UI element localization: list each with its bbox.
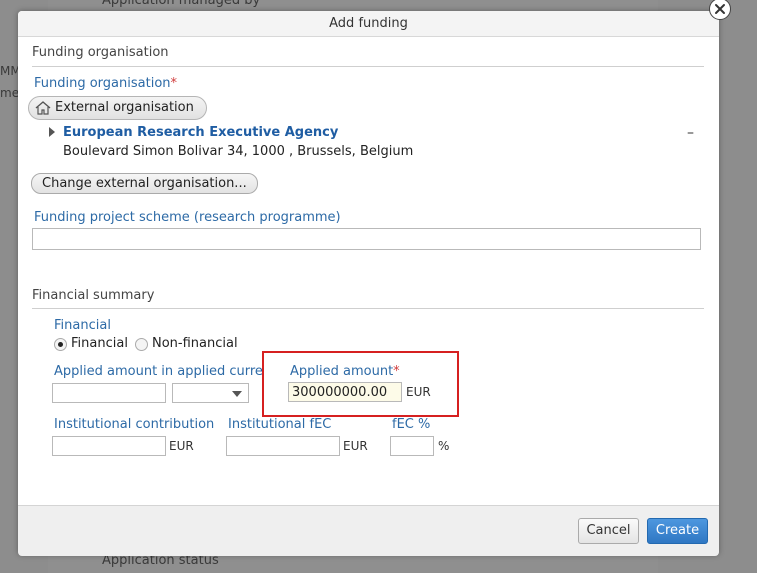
- chevron-down-icon: [232, 391, 242, 397]
- institutional-fec-unit: EUR: [343, 439, 368, 453]
- cancel-button[interactable]: Cancel: [578, 518, 639, 544]
- external-organisation-label: External organisation: [55, 100, 194, 115]
- fec-percent-unit: %: [438, 439, 450, 453]
- required-mark: *: [170, 76, 178, 91]
- institutional-contribution-label: Institutional contribution: [54, 417, 215, 432]
- currency-select[interactable]: [172, 383, 249, 403]
- institutional-contribution-unit: EUR: [169, 439, 194, 453]
- home-icon: [35, 101, 51, 115]
- create-button[interactable]: Create: [647, 518, 708, 544]
- collapse-icon[interactable]: –: [687, 125, 694, 141]
- highlight-box: [262, 351, 459, 417]
- fec-percent-label: fEC %: [392, 417, 431, 432]
- dialog-title: Add funding: [18, 11, 719, 37]
- background-left-text-2: me: [0, 86, 20, 100]
- financial-radio-label: Financial: [71, 336, 128, 351]
- change-external-organisation-button[interactable]: Change external organisation...: [31, 173, 258, 194]
- funding-scheme-label: Funding project scheme (research program…: [34, 210, 341, 225]
- funding-organisation-heading: Funding organisation: [32, 45, 169, 60]
- add-funding-dialog: Add funding Funding organisation Funding…: [18, 11, 719, 556]
- institutional-fec-label: Institutional fEC: [228, 417, 332, 432]
- section-divider: [32, 308, 704, 309]
- dialog-footer: Cancel Create: [18, 505, 719, 556]
- non-financial-radio[interactable]: [135, 338, 148, 351]
- funding-scheme-input[interactable]: [32, 228, 701, 250]
- non-financial-radio-label: Non-financial: [152, 336, 238, 351]
- organisation-address: Boulevard Simon Bolivar 34, 1000 , Bruss…: [63, 144, 414, 159]
- institutional-fec-input[interactable]: [226, 436, 340, 456]
- background-top-label: Application managed by: [102, 0, 261, 8]
- applied-currency-label: Applied amount in applied currency: [54, 364, 262, 379]
- financial-label: Financial: [54, 318, 111, 333]
- financial-summary-heading: Financial summary: [32, 288, 155, 303]
- funding-organisation-label-text: Funding organisation: [34, 76, 171, 91]
- close-glyph: [715, 4, 725, 14]
- organisation-name-link[interactable]: European Research Executive Agency: [63, 125, 338, 140]
- institutional-contribution-input[interactable]: [52, 436, 166, 456]
- applied-currency-amount-input[interactable]: [52, 383, 166, 403]
- external-organisation-pill[interactable]: External organisation: [28, 96, 207, 120]
- financial-radio[interactable]: [54, 338, 67, 351]
- funding-organisation-label: Funding organisation*: [34, 76, 177, 91]
- fec-percent-input[interactable]: [390, 436, 434, 456]
- section-divider: [32, 66, 704, 67]
- expand-arrow-icon[interactable]: [49, 127, 55, 137]
